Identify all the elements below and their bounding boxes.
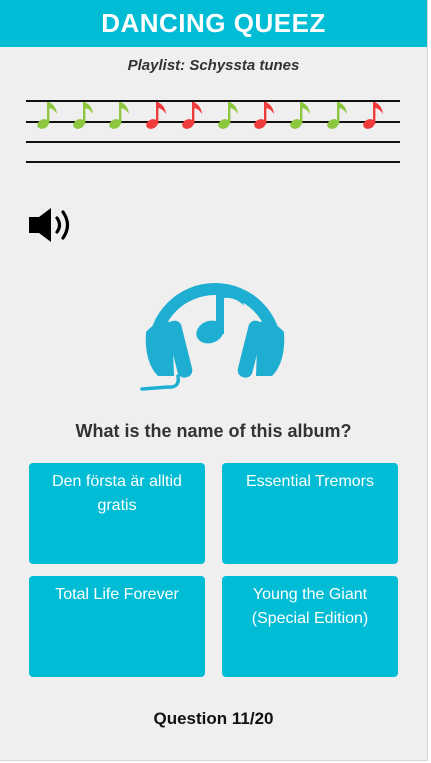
question-text: What is the name of this album? — [75, 421, 352, 441]
answer-button-4[interactable]: Young the Giant (Special Edition) — [222, 576, 398, 677]
playlist-label: Playlist: Schyssta tunes — [127, 57, 300, 74]
progress-note-correct — [108, 100, 132, 132]
speaker-icon[interactable] — [27, 206, 77, 244]
app-header: DANCING QUEEZ — [0, 0, 427, 47]
progress-note-correct — [36, 100, 60, 132]
question-counter: Question 11/20 — [153, 709, 274, 728]
headphones-music-note-icon — [140, 250, 290, 395]
quiz-app: DANCING QUEEZ Playlist: Schyssta tunes W… — [0, 0, 428, 761]
answer-button-2[interactable]: Essential Tremors — [222, 463, 398, 564]
progress-note-wrong — [253, 100, 277, 132]
progress-notes — [26, 100, 400, 132]
progress-note-wrong — [145, 100, 169, 132]
progress-note-wrong — [181, 100, 205, 132]
progress-note-correct — [326, 100, 350, 132]
staff-line — [26, 161, 400, 163]
progress-note-correct — [217, 100, 241, 132]
answer-button-3[interactable]: Total Life Forever — [29, 576, 205, 677]
app-title: DANCING QUEEZ — [101, 8, 326, 38]
progress-note-wrong — [362, 100, 386, 132]
answer-button-1[interactable]: Den första är alltid gratis — [29, 463, 205, 564]
progress-note-correct — [72, 100, 96, 132]
progress-note-correct — [289, 100, 313, 132]
staff-line — [26, 141, 400, 143]
